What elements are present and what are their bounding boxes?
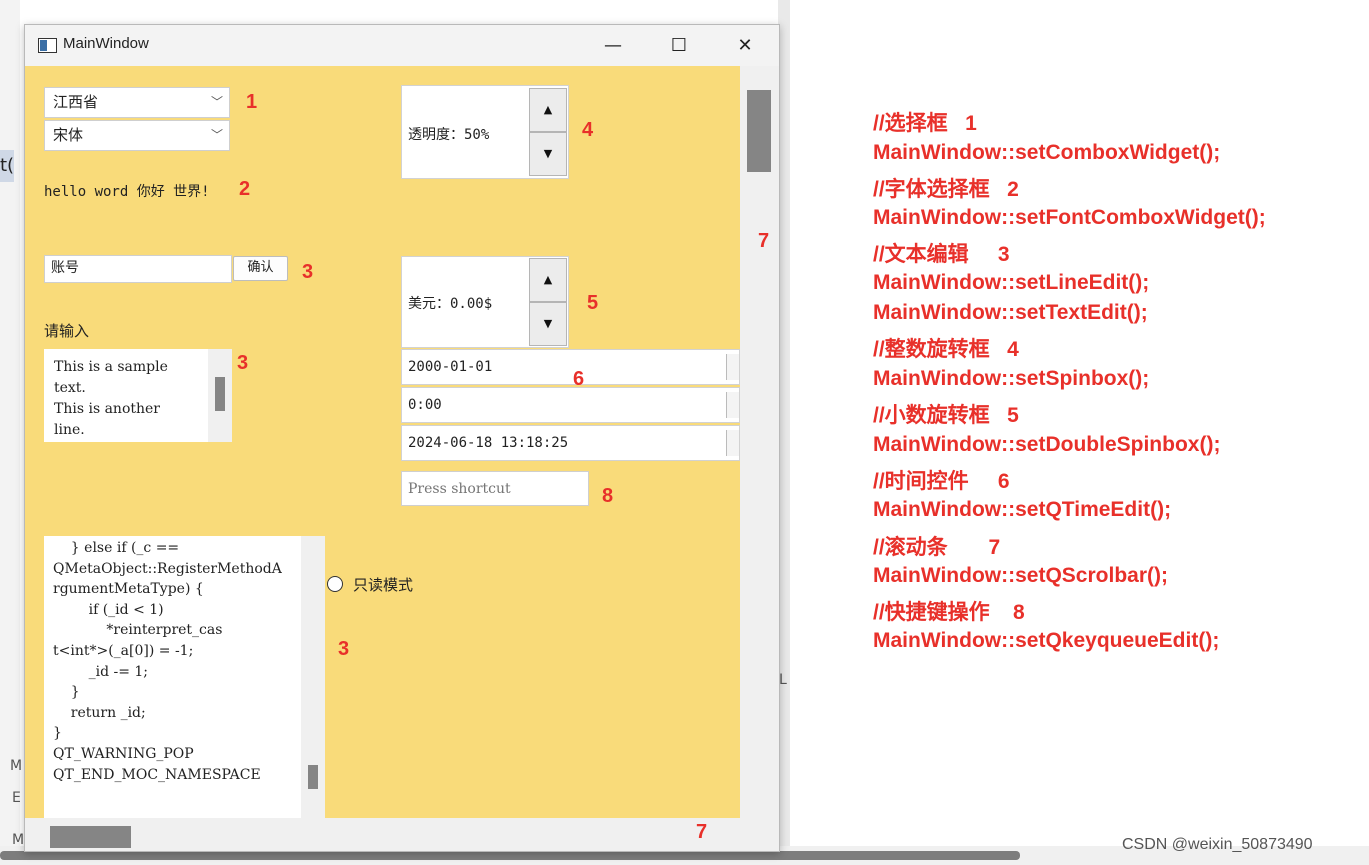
shortcut-input[interactable]	[401, 471, 589, 506]
main-window: MainWindow — ☐ ✕ 江西省 ﹀ 宋体 ﹀ 1 hello word…	[24, 24, 780, 852]
marker-3: 3	[302, 261, 314, 283]
code-line: t<int*>(_a[0]) = -1;	[53, 642, 194, 659]
annotation-line: MainWindow::setTextEdit();	[873, 301, 1148, 324]
annotation-line: MainWindow::setComboxWidget();	[873, 141, 1221, 164]
code-line: QMetaObject::RegisterMethodA	[53, 560, 282, 577]
code-line: return _id;	[53, 704, 146, 721]
background-scrollbar-thumb[interactable]	[0, 851, 1020, 860]
font-combobox[interactable]: 宋体 ﹀	[44, 120, 230, 151]
date-edit[interactable]: 2000-01-01	[401, 349, 740, 385]
readonly-radio-button[interactable]	[327, 576, 343, 592]
code-line: QT_WARNING_POP	[53, 745, 194, 762]
text-line: text.	[54, 380, 86, 396]
annotation-line: //小数旋转框 5	[873, 404, 1019, 427]
confirm-button[interactable]: 确认	[233, 256, 288, 281]
annotation-line: //文本编辑 3	[873, 243, 1010, 266]
code-edit-scroll-thumb[interactable]	[308, 765, 318, 789]
annotation-line: //字体选择框 2	[873, 178, 1019, 201]
chevron-down-icon: ﹀	[210, 128, 223, 142]
time-edit-value: 0:00	[408, 397, 442, 413]
currency-spinbox[interactable]: 美元：0.00$ ▲ ▼	[401, 256, 569, 348]
spin-down-icon[interactable]: ▼	[529, 302, 567, 346]
code-line: } else if (_c ==	[53, 540, 180, 556]
account-input[interactable]: 账号	[44, 255, 232, 283]
vertical-scroll-thumb[interactable]	[747, 90, 771, 172]
marker-2: 2	[239, 178, 251, 200]
spin-down-icon[interactable]: ▼	[529, 132, 567, 176]
app-window-icon	[38, 38, 57, 53]
watermark: CSDN @weixin_50873490	[1122, 836, 1313, 853]
date-spin-buttons[interactable]	[726, 354, 739, 380]
window-title: MainWindow	[63, 35, 149, 52]
input-prompt-label: 请输入	[44, 322, 90, 340]
marker-3: 3	[237, 352, 249, 374]
sample-text-edit[interactable]: This is a sample text. This is another l…	[44, 349, 232, 442]
spin-up-icon[interactable]: ▲	[529, 258, 567, 302]
marker-7: 7	[758, 230, 770, 252]
background-editor-strip: t(	[0, 150, 14, 182]
province-combobox[interactable]: 江西省 ﹀	[44, 87, 230, 118]
opacity-spinbox-value: 透明度：50%	[408, 127, 490, 143]
background-glyph: L	[779, 672, 787, 688]
code-line: }	[53, 725, 62, 742]
horizontal-scrollbar[interactable]: 7	[25, 818, 740, 851]
maximize-button[interactable]: ☐	[647, 25, 711, 66]
code-line: QT_END_MOC_NAMESPACE	[53, 766, 261, 783]
chevron-down-icon: ﹀	[210, 95, 223, 109]
marker-3: 3	[338, 638, 350, 660]
annotation-line: MainWindow::setDoubleSpinbox();	[873, 433, 1221, 456]
annotation-line: MainWindow::setLineEdit();	[873, 271, 1150, 294]
vertical-scrollbar[interactable]: 7	[740, 66, 779, 818]
readonly-radio-label: 只读模式	[353, 576, 414, 594]
time-spin-buttons[interactable]	[726, 392, 739, 418]
text-edit-scrollbar[interactable]	[208, 349, 232, 442]
annotation-line: MainWindow::setFontComboxWidget();	[873, 206, 1266, 229]
code-line: if (_id < 1)	[53, 601, 164, 618]
text-line: This is a sample	[54, 359, 168, 375]
datetime-edit[interactable]: 2024-06-18 13:18:25	[401, 425, 740, 461]
annotation-line: //快捷键操作 8	[873, 601, 1025, 624]
marker-5: 5	[587, 292, 599, 314]
annotation-line: MainWindow::setSpinbox();	[873, 367, 1150, 390]
minimize-button[interactable]: —	[581, 25, 645, 66]
annotation-line: //时间控件 6	[873, 470, 1010, 493]
opacity-spinbox[interactable]: 透明度：50% ▲ ▼	[401, 85, 569, 179]
horizontal-scroll-thumb[interactable]	[50, 826, 131, 848]
annotation-line: //滚动条 7	[873, 536, 1001, 559]
close-button[interactable]: ✕	[713, 25, 777, 66]
code-line: rgumentMetaType) {	[53, 581, 204, 598]
marker-7: 7	[696, 821, 708, 843]
background-glyph: M	[10, 758, 23, 774]
code-line: *reinterpret_cas	[53, 622, 223, 639]
text-edit-scroll-thumb[interactable]	[215, 377, 225, 411]
scrollbar-corner	[740, 818, 779, 851]
date-edit-value: 2000-01-01	[408, 359, 493, 375]
marker-8: 8	[602, 485, 614, 507]
title-bar[interactable]: MainWindow — ☐ ✕	[25, 25, 779, 66]
marker-1: 1	[246, 91, 258, 113]
annotation-line: //选择框 1	[873, 112, 977, 135]
marker-4: 4	[582, 119, 594, 141]
code-edit-scrollbar[interactable]	[301, 536, 325, 818]
background-editor-left	[0, 0, 20, 865]
annotation-line: MainWindow::setQScrolbar();	[873, 564, 1168, 587]
text-line: This is another	[54, 401, 160, 417]
province-combobox-value: 江西省	[53, 93, 99, 111]
datetime-edit-value: 2024-06-18 13:18:25	[408, 435, 569, 451]
font-combobox-value: 宋体	[53, 126, 84, 144]
time-edit[interactable]: 0:00	[401, 387, 740, 423]
annotation-line: //整数旋转框 4	[873, 338, 1019, 361]
datetime-spin-buttons[interactable]	[726, 430, 739, 456]
code-line: }	[53, 684, 80, 701]
currency-spinbox-value: 美元：0.00$	[408, 296, 493, 312]
annotation-line: MainWindow::setQkeyqueueEdit();	[873, 629, 1220, 652]
background-glyph: E	[12, 790, 21, 806]
spin-up-icon[interactable]: ▲	[529, 88, 567, 132]
code-line: _id -= 1;	[53, 663, 149, 680]
annotation-line: MainWindow::setQTimeEdit();	[873, 498, 1172, 521]
code-text-edit[interactable]: } else if (_c == QMetaObject::RegisterMe…	[44, 536, 325, 818]
font-preview-label: hello word 你好 世界!	[44, 184, 210, 200]
text-line: line.	[54, 422, 85, 438]
